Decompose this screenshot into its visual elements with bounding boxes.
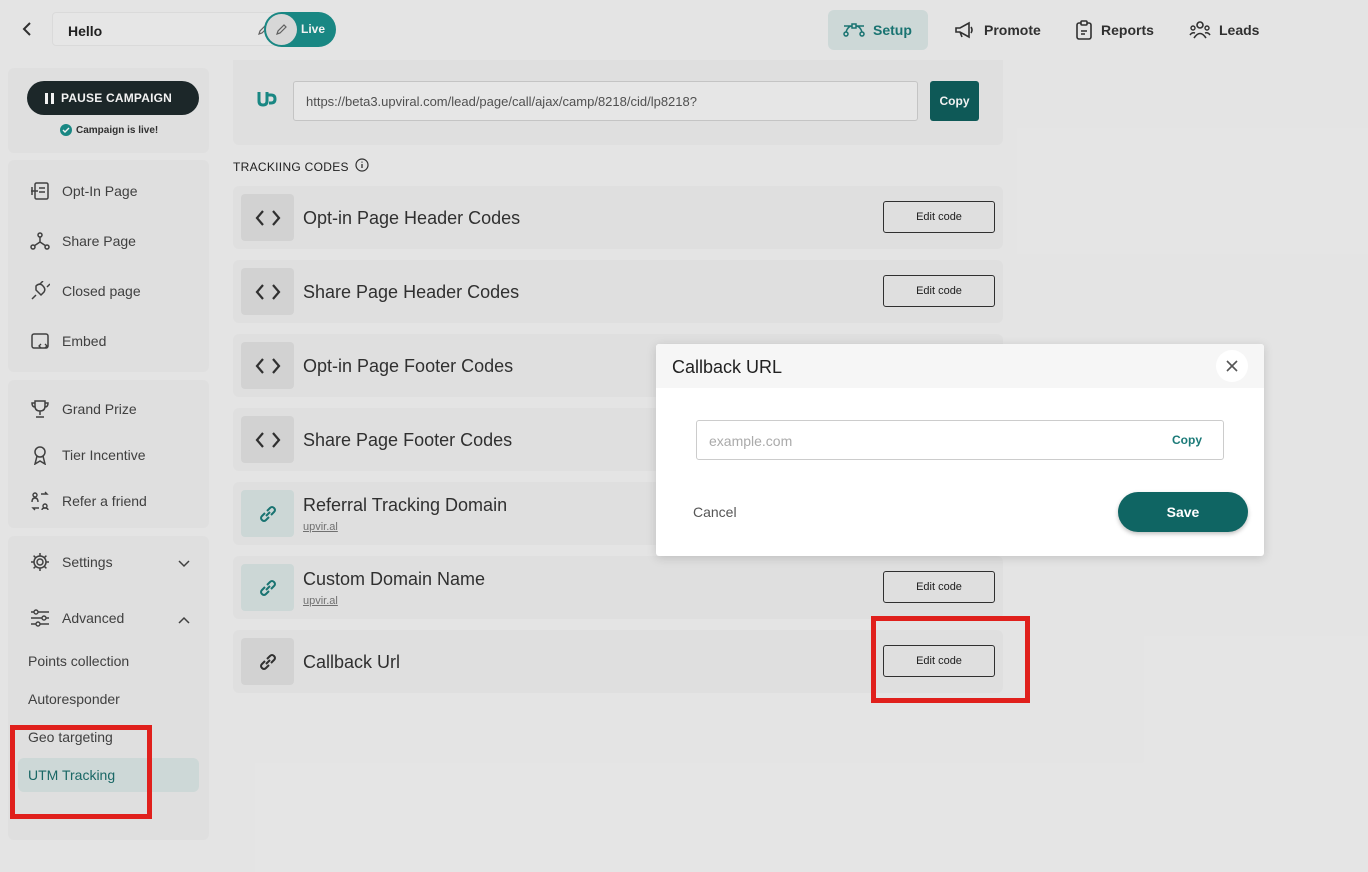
modal-title: Callback URL bbox=[672, 357, 783, 377]
highlight-box-edit-code bbox=[871, 616, 1030, 703]
callback-url-input[interactable] bbox=[709, 431, 1149, 451]
callback-url-modal: Callback URL Copy Cancel Save bbox=[656, 344, 1264, 556]
save-button[interactable]: Save bbox=[1118, 492, 1248, 532]
callback-url-field: Copy bbox=[696, 420, 1224, 460]
close-icon[interactable] bbox=[1216, 350, 1248, 382]
copy-callback-button[interactable]: Copy bbox=[1172, 433, 1202, 447]
modal-header: Callback URL bbox=[656, 344, 1264, 388]
cancel-button[interactable]: Cancel bbox=[693, 504, 737, 520]
highlight-box-utm-tracking bbox=[10, 725, 152, 819]
